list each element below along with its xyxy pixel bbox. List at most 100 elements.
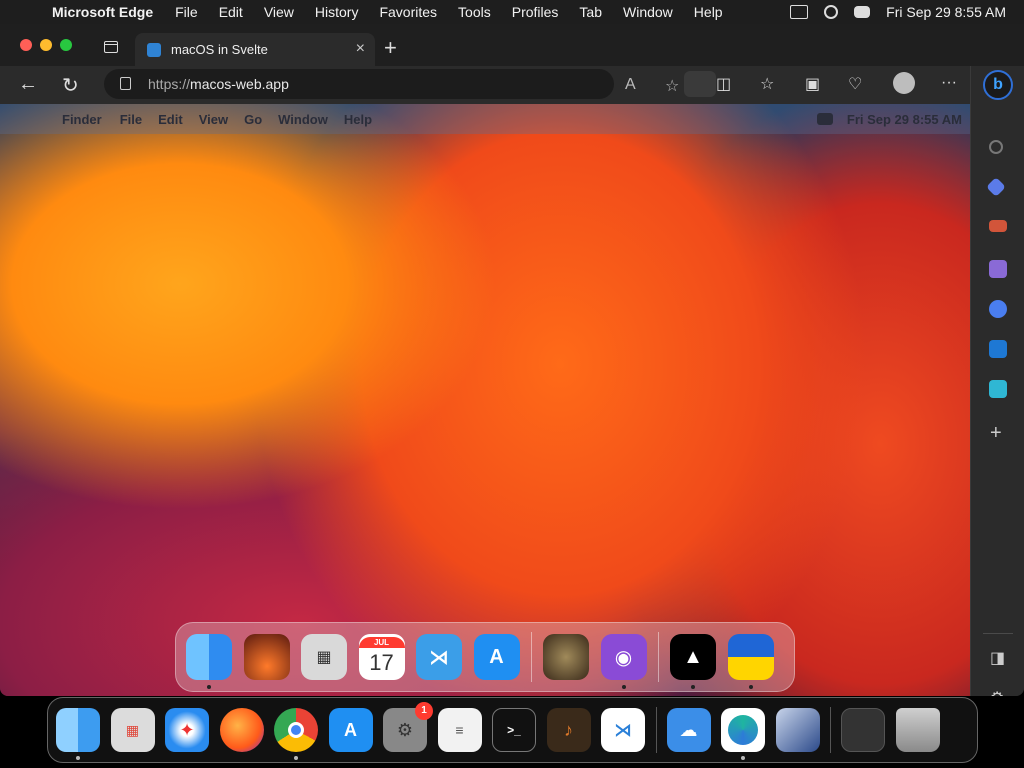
favorites-icon[interactable]: ☆: [760, 74, 774, 94]
menu-file[interactable]: File: [175, 4, 198, 20]
settings-more-icon[interactable]: ···: [941, 74, 957, 92]
favorite-star-icon[interactable]: ☆: [665, 76, 679, 96]
app-available-button[interactable]: [684, 71, 716, 97]
drop-icon[interactable]: [989, 380, 1007, 398]
menu-window[interactable]: Window: [623, 4, 673, 20]
search-icon[interactable]: [989, 140, 1003, 154]
screen-mirroring-icon[interactable]: [790, 5, 809, 19]
inner-menu-file[interactable]: File: [120, 112, 142, 127]
tab-close-icon[interactable]: ×: [356, 40, 365, 58]
edge-browser-window: macOS in Svelte × + ← ↻ https://macos-we…: [0, 24, 1024, 696]
shopping-icon[interactable]: [986, 177, 1006, 197]
menu-edit[interactable]: Edit: [219, 4, 243, 20]
control-center-icon[interactable]: [854, 6, 871, 18]
dock-edge-icon[interactable]: [721, 708, 765, 760]
bing-chat-icon[interactable]: b: [983, 70, 1013, 100]
dock-virtualbox-icon[interactable]: [775, 708, 820, 752]
dock-separator: [655, 707, 657, 753]
dock-firefox-icon[interactable]: [219, 708, 264, 752]
menu-help[interactable]: Help: [694, 4, 723, 20]
dock-safari-icon[interactable]: ✦: [165, 708, 209, 752]
inner-menu-view[interactable]: View: [199, 112, 228, 127]
inner-app-menu[interactable]: Finder: [62, 112, 102, 127]
dock-vscode-icon[interactable]: ⋊: [601, 708, 645, 752]
dock-chrome-icon[interactable]: [274, 708, 318, 760]
collections-icon[interactable]: ▣: [805, 74, 820, 94]
menu-view[interactable]: View: [264, 4, 294, 20]
dock-textedit-icon[interactable]: ≡: [437, 708, 482, 752]
address-bar[interactable]: https://macos-web.app A ☆: [104, 69, 716, 99]
inner-dock-calculator-icon[interactable]: ▦: [301, 634, 347, 680]
browser-essentials-icon[interactable]: ♡: [848, 74, 862, 94]
dock-appstore-icon[interactable]: A: [328, 708, 373, 752]
dock-trash-icon[interactable]: [895, 708, 940, 752]
tab-strip: macOS in Svelte × +: [0, 24, 1024, 66]
inner-menu-window[interactable]: Window: [278, 112, 328, 127]
spotlight-search-icon[interactable]: [824, 5, 839, 19]
read-aloud-icon[interactable]: A: [625, 76, 636, 94]
zoom-window-button[interactable]: [60, 39, 72, 51]
tab-favicon-icon: [147, 42, 161, 57]
split-screen-icon[interactable]: ◫: [716, 74, 731, 94]
inner-dock-appstore-icon[interactable]: A: [473, 634, 520, 680]
calendar-month: JUL: [358, 636, 405, 648]
dock-weather-icon[interactable]: ☁: [666, 708, 711, 752]
inner-menu-go[interactable]: Go: [244, 112, 262, 127]
inner-clock[interactable]: Fri Sep 29 8:55 AM: [847, 112, 962, 127]
inner-menu-edit[interactable]: Edit: [158, 112, 183, 127]
app-menu[interactable]: Microsoft Edge: [52, 4, 153, 20]
minimize-window-button[interactable]: [40, 39, 52, 51]
outlook-icon[interactable]: [989, 340, 1007, 358]
menubar-clock[interactable]: Fri Sep 29 8:55 AM: [886, 4, 1006, 20]
profile-avatar[interactable]: [893, 72, 915, 94]
menu-favorites[interactable]: Favorites: [379, 4, 437, 20]
notification-badge: 1: [415, 702, 433, 720]
inner-dock-vercel-icon[interactable]: ▲: [670, 634, 716, 689]
window-controls: [20, 39, 72, 51]
inner-dock-wallpapers-icon[interactable]: [243, 634, 290, 680]
lock-icon[interactable]: [120, 77, 131, 90]
inner-menu-help[interactable]: Help: [344, 112, 372, 127]
address-url[interactable]: https://macos-web.app: [148, 76, 289, 92]
back-icon[interactable]: ←: [18, 73, 38, 96]
hide-sidebar-icon[interactable]: ◨: [990, 648, 1005, 668]
inner-dock-purrcy-icon[interactable]: [543, 634, 589, 680]
url-protocol: https://: [148, 76, 191, 92]
microsoft-365-icon[interactable]: [989, 300, 1007, 318]
calendar-day: 17: [369, 649, 394, 675]
new-tab-button[interactable]: +: [384, 35, 397, 61]
refresh-icon[interactable]: ↻: [62, 73, 79, 98]
menu-tab[interactable]: Tab: [579, 4, 602, 20]
tab-actions-icon[interactable]: [104, 41, 118, 53]
host-dock: ▦ ✦ A ⚙ 1 ≡ >_ ♪ ⋊ ☁: [47, 697, 978, 763]
dock-terminal-icon[interactable]: >_: [492, 708, 536, 752]
customize-sidebar-gear-icon[interactable]: ⚙: [990, 688, 1004, 696]
games-icon[interactable]: [989, 260, 1007, 278]
dock-downloads-stack-icon[interactable]: [841, 708, 885, 752]
dock-launchpad-icon[interactable]: ▦: [110, 708, 155, 752]
tab-active[interactable]: macOS in Svelte ×: [135, 33, 375, 66]
close-window-button[interactable]: [20, 39, 32, 51]
url-host: macos-web.app: [190, 76, 289, 92]
inner-control-center-icon[interactable]: [816, 113, 833, 125]
web-content: Finder File Edit View Go Window Help Fri…: [0, 104, 970, 696]
tab-title: macOS in Svelte: [171, 42, 268, 57]
chrome-center-icon: [288, 722, 304, 738]
browser-toolbar: ← ↻ https://macos-web.app A ☆ ◫ ☆ ▣ ♡ ··…: [0, 66, 1024, 104]
inner-dock-finder-icon[interactable]: [186, 634, 232, 689]
menu-profiles[interactable]: Profiles: [512, 4, 559, 20]
inner-dock-separator: [658, 632, 659, 682]
tools-icon[interactable]: [989, 220, 1007, 232]
inner-dock-github-icon[interactable]: ◉: [600, 634, 647, 689]
dock-finder-icon[interactable]: [56, 708, 100, 760]
add-sidebar-app-icon[interactable]: +: [990, 422, 1002, 445]
sidebar-divider: [983, 633, 1013, 634]
host-menubar: Microsoft Edge File Edit View History Fa…: [0, 0, 1024, 24]
inner-dock-ukraine-icon[interactable]: [727, 634, 774, 689]
dock-garageband-icon[interactable]: ♪: [546, 708, 591, 752]
inner-dock-calendar-icon[interactable]: JUL 17: [358, 634, 405, 680]
inner-dock-vscode-icon[interactable]: ⋊: [416, 634, 462, 680]
dock-system-settings-icon[interactable]: ⚙ 1: [383, 702, 433, 752]
menu-tools[interactable]: Tools: [458, 4, 491, 20]
menu-history[interactable]: History: [315, 4, 359, 20]
